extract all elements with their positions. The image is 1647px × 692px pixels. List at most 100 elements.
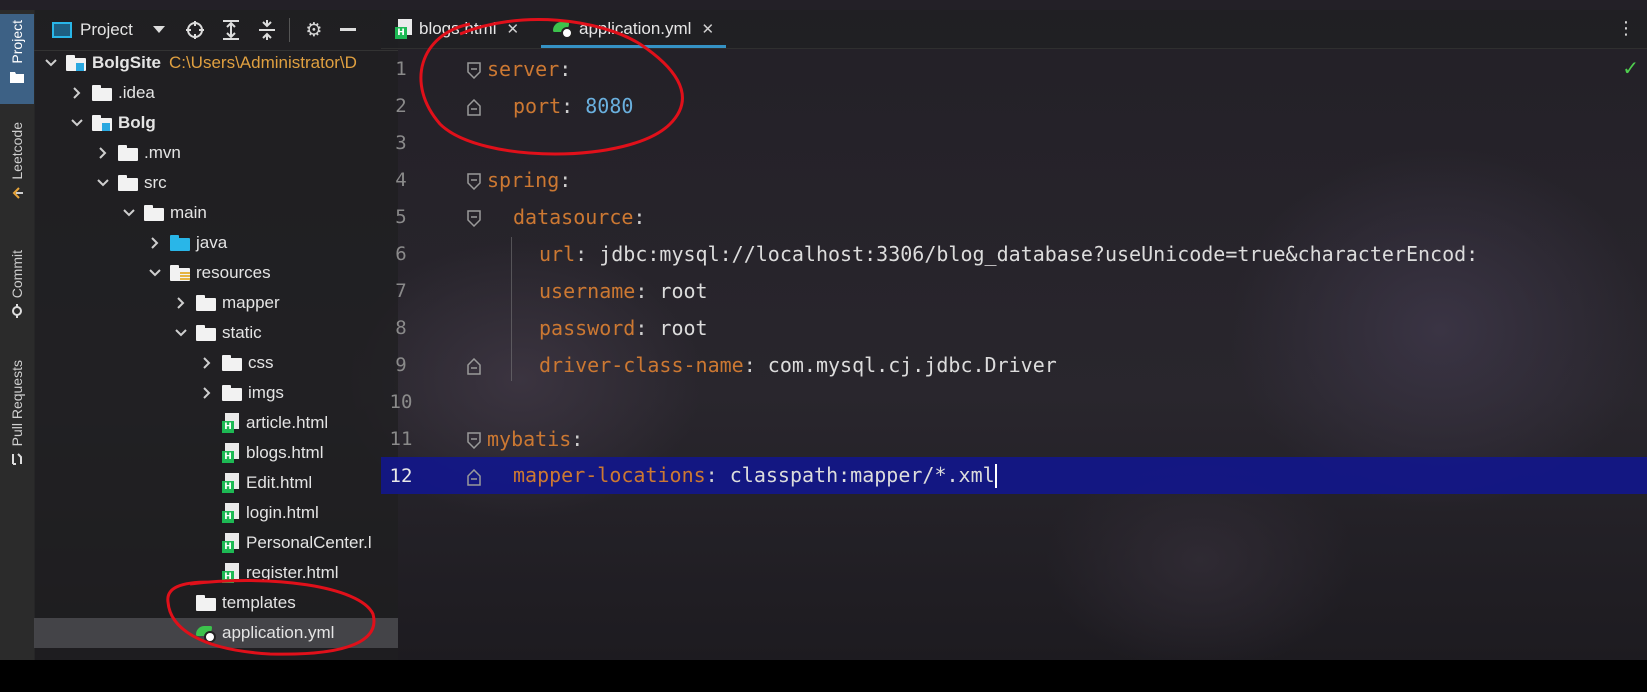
tree-item[interactable]: imgs xyxy=(34,378,398,408)
tree-item-label: Bolg xyxy=(118,113,156,132)
yaml-key: server xyxy=(487,56,560,81)
fold-open-icon[interactable] xyxy=(467,430,481,450)
editor-tabs: H blogs.html ✕ application.yml ✕ ⋮ xyxy=(381,10,1647,49)
chevron-down-icon[interactable] xyxy=(174,326,188,340)
tree-item-label: mapper xyxy=(222,293,280,312)
tree-item[interactable]: application.yml xyxy=(34,618,398,648)
bottom-black-bar xyxy=(0,660,1647,692)
tree-item[interactable]: css xyxy=(34,348,398,378)
tree-item[interactable]: Harticle.html xyxy=(34,408,398,438)
line-number: 11 xyxy=(389,427,413,450)
tree-item[interactable]: resources xyxy=(34,258,398,288)
stripe-tab-project[interactable]: Project xyxy=(0,14,34,104)
project-view-icon xyxy=(52,22,72,38)
code-line[interactable]: 2 port: 8080 xyxy=(381,87,1647,124)
tab-label: blogs.html xyxy=(419,19,497,38)
module-folder-icon xyxy=(66,55,86,71)
html-file-icon: H xyxy=(222,443,240,463)
code-text: driver-class-name: com.mysql.cj.jdbc.Dri… xyxy=(539,353,1057,377)
tree-item[interactable]: Hlogin.html xyxy=(34,498,398,528)
tree-item[interactable]: Bolg xyxy=(34,108,398,138)
fold-end-icon[interactable] xyxy=(467,356,481,375)
gear-icon[interactable]: ⚙ xyxy=(302,15,326,45)
yaml-key: mapper-locations xyxy=(513,462,706,487)
fold-end-icon[interactable] xyxy=(467,97,481,116)
tree-item[interactable]: java xyxy=(34,228,398,258)
tree-item[interactable]: .idea xyxy=(34,78,398,108)
tree-item[interactable]: mapper xyxy=(34,288,398,318)
code-line[interactable]: 5 datasource: xyxy=(381,198,1647,235)
collapse-all-icon[interactable] xyxy=(255,15,279,45)
fold-end-icon[interactable] xyxy=(467,467,481,486)
tree-item[interactable]: main xyxy=(34,198,398,228)
chevron-down-icon[interactable] xyxy=(44,56,58,70)
chevron-right-icon[interactable] xyxy=(70,86,84,100)
code-line[interactable]: 8 password: root xyxy=(381,309,1647,346)
tree-item[interactable]: Hregister.html xyxy=(34,558,398,588)
chevron-right-icon[interactable] xyxy=(174,296,188,310)
yaml-separator: : xyxy=(635,278,660,303)
tree-item[interactable]: static xyxy=(34,318,398,348)
tree-item[interactable]: Hblogs.html xyxy=(34,438,398,468)
yaml-separator: : xyxy=(571,426,584,451)
chevron-right-icon[interactable] xyxy=(148,236,162,250)
code-line[interactable]: 3 xyxy=(381,124,1647,161)
minimize-icon[interactable] xyxy=(338,15,358,45)
stripe-tab-leetcode[interactable]: Leetcode xyxy=(0,122,34,232)
tab-blogs-html[interactable]: H blogs.html ✕ xyxy=(395,10,519,48)
fold-open-icon[interactable] xyxy=(467,171,481,191)
code-line[interactable]: 1 server: xyxy=(381,50,1647,87)
chevron-right-icon[interactable] xyxy=(96,146,110,160)
locate-icon[interactable] xyxy=(183,15,207,45)
folder-icon xyxy=(196,295,216,311)
yaml-value: jdbc:mysql://localhost:3306/blog_databas… xyxy=(599,241,1479,266)
tree-item[interactable]: templates xyxy=(34,588,398,618)
tree-item[interactable]: src xyxy=(34,168,398,198)
chevron-right-icon[interactable] xyxy=(200,386,214,400)
tab-application-yml[interactable]: application.yml ✕ xyxy=(541,10,727,48)
expand-all-icon[interactable] xyxy=(219,15,243,45)
tree-item-label: article.html xyxy=(246,413,329,432)
tree-item[interactable]: H Edit.html xyxy=(34,468,398,498)
fold-open-icon[interactable] xyxy=(467,208,481,228)
close-icon[interactable]: ✕ xyxy=(506,20,519,38)
stripe-tab-pull-requests[interactable]: Pull Requests xyxy=(0,360,34,495)
editor-area: H blogs.html ✕ application.yml ✕ ⋮ ✓ 1 se… xyxy=(381,10,1647,660)
leetcode-icon xyxy=(10,186,24,200)
commit-icon xyxy=(10,304,24,319)
chevron-down-icon[interactable] xyxy=(148,266,162,280)
code-line[interactable]: 7 username: root xyxy=(381,272,1647,309)
tree-item-label: register.html xyxy=(246,563,339,582)
yaml-key: mybatis xyxy=(487,426,572,451)
line-number: 12 xyxy=(389,464,413,487)
chevron-down-icon[interactable] xyxy=(70,116,84,130)
yml-file-icon xyxy=(553,19,575,39)
code-text: server: xyxy=(487,57,571,81)
code-line[interactable]: 4 spring: xyxy=(381,161,1647,198)
html-file-icon: H xyxy=(222,473,240,493)
code-line[interactable]: 9 driver-class-name: com.mysql.cj.jdbc.Dr… xyxy=(381,346,1647,383)
code-line[interactable]: 6 url: jdbc:mysql://localhost:3306/blog_d… xyxy=(381,235,1647,272)
code-line[interactable]: 10 xyxy=(381,383,1647,420)
close-icon[interactable]: ✕ xyxy=(701,20,714,38)
code-line[interactable]: 12 mapper-locations: classpath:mapper/*.x… xyxy=(381,457,1647,494)
tree-item[interactable]: H PersonalCenter.l xyxy=(34,528,398,558)
tree-item[interactable]: .mvn xyxy=(34,138,398,168)
chevron-down-icon[interactable] xyxy=(96,176,110,190)
code-line[interactable]: 11 mybatis: xyxy=(381,420,1647,457)
chevron-down-icon[interactable] xyxy=(149,15,169,45)
fold-open-icon[interactable] xyxy=(467,60,481,80)
yaml-separator: : xyxy=(635,315,660,340)
tree-item-label: login.html xyxy=(246,503,319,522)
tree-item[interactable]: BolgSite C:\Users\Administrator\D xyxy=(34,48,398,78)
chevron-right-icon[interactable] xyxy=(200,356,214,370)
panel-title[interactable]: Project xyxy=(80,20,133,40)
stripe-tab-commit[interactable]: Commit xyxy=(0,250,34,342)
chevron-down-icon[interactable] xyxy=(122,206,136,220)
yml-file-icon xyxy=(196,623,218,643)
more-options-icon[interactable]: ⋮ xyxy=(1617,18,1635,39)
tree-item-label: templates xyxy=(222,593,296,612)
